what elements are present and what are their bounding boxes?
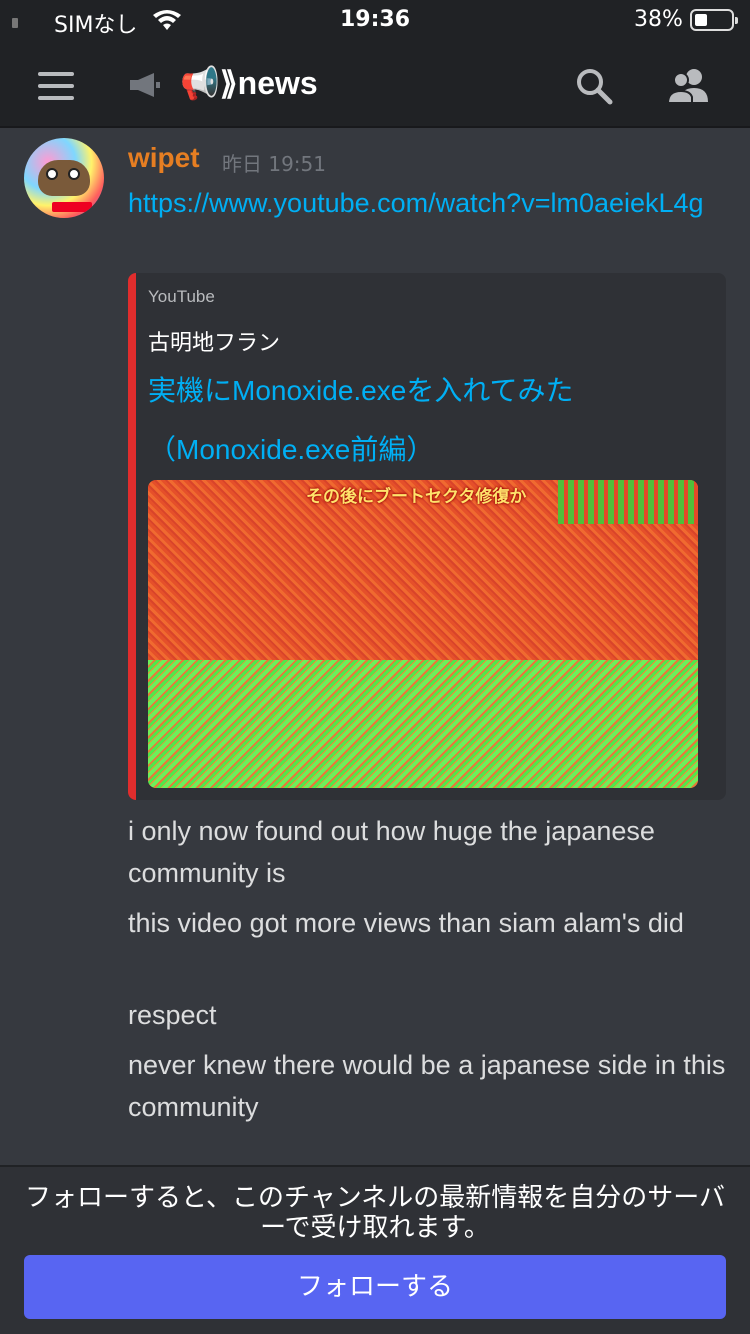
search-icon[interactable] (574, 66, 614, 106)
follow-footer: フォローすると、このチャンネルの最新情報を自分のサーバーで受け取れます。 フォロ… (0, 1165, 750, 1334)
timestamp: 昨日 19:51 (222, 152, 326, 176)
channel-header: 📢⟫news (0, 44, 750, 128)
username[interactable]: wipet (128, 142, 200, 174)
message-line: respect (128, 1000, 217, 1030)
message-line: this video got more views than siam alam… (128, 908, 684, 938)
status-bar: SIMなし 19:36 38% (0, 0, 750, 44)
embed-provider[interactable]: YouTube (148, 287, 215, 307)
message-link[interactable]: https://www.youtube.com/watch?v=lm0aeiek… (128, 182, 728, 224)
message-line: i only now found out how huge the japane… (128, 816, 655, 888)
embed-accent-bar (128, 273, 136, 800)
announcement-icon (130, 73, 160, 97)
battery-icon (690, 9, 738, 31)
menu-icon[interactable] (38, 72, 74, 100)
link-embed: YouTube 古明地フラン 実機にMonoxide.exeを入れてみた（Mon… (128, 273, 726, 800)
embed-author[interactable]: 古明地フラン (148, 325, 280, 357)
message-line: never knew there would be a japanese sid… (128, 1050, 726, 1122)
avatar[interactable] (24, 138, 104, 218)
embed-title[interactable]: 実機にMonoxide.exeを入れてみた（Monoxide.exe前編） (148, 361, 708, 479)
video-thumbnail[interactable]: その後にブートセクタ修復か (148, 480, 698, 788)
thumbnail-caption: その後にブートセクタ修復か (306, 487, 527, 507)
battery-percent: 38% (634, 7, 683, 32)
follow-button[interactable]: フォローする (24, 1255, 726, 1319)
channel-name[interactable]: 📢⟫news (180, 64, 318, 102)
members-icon[interactable] (666, 66, 712, 106)
follow-notice: フォローすると、このチャンネルの最新情報を自分のサーバーで受け取れます。 (25, 1183, 725, 1243)
